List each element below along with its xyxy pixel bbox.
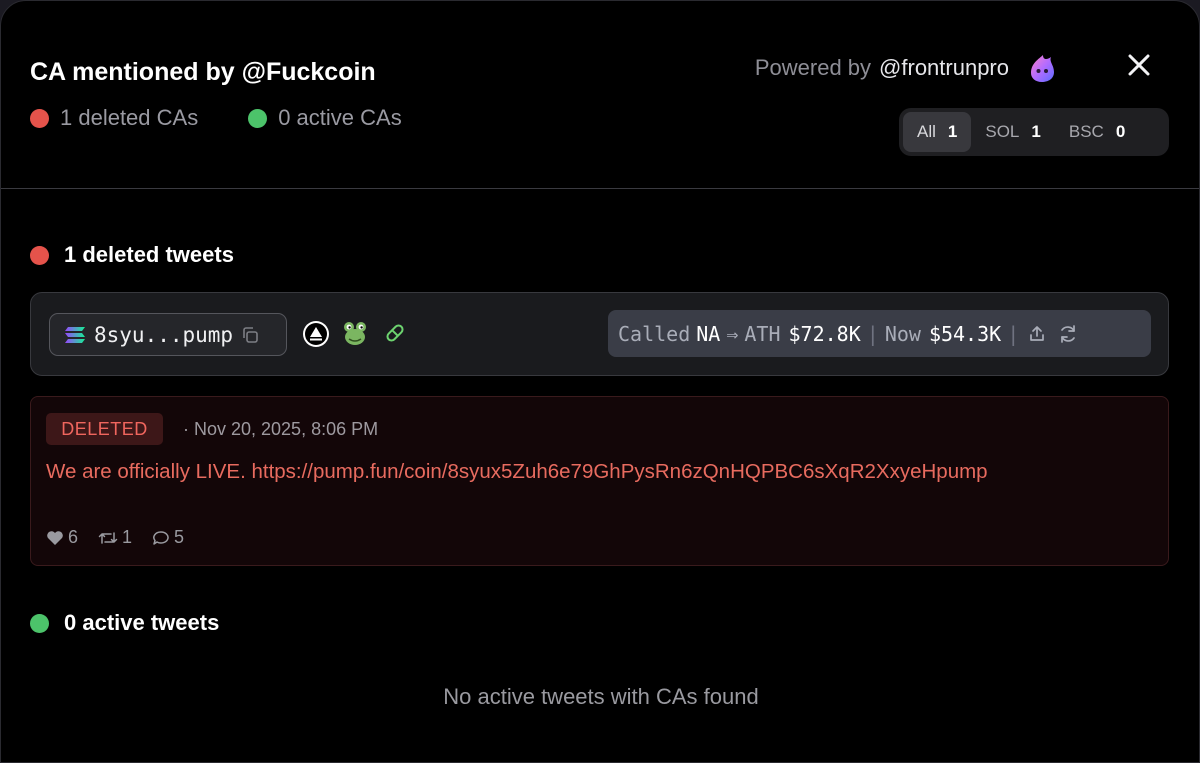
deleted-badge: DELETED [46,413,163,445]
ca-copy-pill[interactable]: 8syu...pump [49,313,287,356]
deleted-tweets-heading: 1 deleted tweets [30,242,234,268]
tweet-timestamp: · Nov 20, 2025, 8:06 PM [183,419,379,439]
called-value: NA [696,321,721,346]
powered-by-prefix: Powered by [754,55,872,80]
filter-tab-count: 1 [1031,122,1041,141]
filter-tab-label: All [917,122,936,141]
refresh-icon[interactable] [1057,323,1079,345]
deleted-cas-stat: 1 deleted CAs [30,105,198,131]
retweets-count: 1 [122,527,133,547]
ca-modal: CA mentioned by @Fuckcoin 1 deleted CAs … [0,0,1200,763]
filter-tab-count: 0 [1115,122,1126,141]
replies: 5 [152,527,184,548]
tweet-text: We are officially LIVE. https://pump.fun… [46,460,988,483]
filter-tab-bsc[interactable]: BSC 0 [1055,112,1139,152]
now-value: $54.3K [928,321,1002,346]
active-cas-stat: 0 active CAs [248,105,402,131]
active-tweets-heading: 0 active tweets [30,610,219,636]
tweet-engagement: 6 1 5 [46,527,184,548]
filter-tab-count: 1 [947,122,958,141]
ath-label: ATH [744,321,781,346]
share-icon[interactable] [1027,324,1047,344]
replies-count: 5 [174,527,185,547]
red-dot-icon [30,108,49,128]
active-tweets-label: 0 active tweets [64,610,220,635]
token-metrics: Called NA ⇒ ATH $72.8K | Now $54.3K | [608,310,1151,357]
filter-tab-label: BSC [1068,122,1104,141]
green-dot-icon [248,108,268,128]
red-dot-icon [30,245,49,265]
filter-tab-sol[interactable]: SOL 1 [971,112,1055,152]
ca-stats: 1 deleted CAs 0 active CAs [30,105,402,131]
arrow-icon: ⇒ [726,321,739,346]
active-cas-label: 0 active CAs [278,105,402,130]
ath-value: $72.8K [788,321,861,346]
reply-icon [153,530,169,545]
deleted-tweet-card[interactable]: DELETED · Nov 20, 2025, 8:06 PM We are o… [30,396,1169,566]
divider: | [866,321,879,346]
pill-icon[interactable] [383,321,407,345]
axiom-icon[interactable] [303,321,329,347]
powered-by-handle[interactable]: @frontrunpro [879,55,1009,81]
powered-by: Powered by @frontrunpro [755,51,1059,85]
called-label: Called [618,321,691,346]
deleted-tweets-label: 1 deleted tweets [64,242,234,267]
now-label: Now [884,321,921,346]
solana-icon [65,326,85,343]
heart-icon [47,530,63,545]
filter-tab-label: SOL [985,122,1020,141]
divider: | [1007,321,1020,346]
retweet-icon [98,531,118,544]
likes-count: 6 [68,527,79,547]
token-card: 8syu...pump Called NA ⇒ ATH $72.8K | Now… [30,292,1169,376]
ca-address: 8syu...pump [94,322,234,347]
deleted-cas-label: 1 deleted CAs [60,105,199,130]
modal-header: CA mentioned by @Fuckcoin 1 deleted CAs … [1,1,1199,189]
copy-icon[interactable] [241,326,259,344]
chain-filter-tabs: All 1 SOL 1 BSC 0 [899,108,1169,156]
frontrun-logo-icon [1031,55,1054,82]
empty-state-message: No active tweets with CAs found [443,684,759,709]
frog-icon[interactable] [341,319,369,347]
close-icon[interactable] [1125,51,1153,79]
modal-title: CA mentioned by @Fuckcoin [30,58,376,86]
retweets: 1 [98,527,132,548]
likes: 6 [46,527,78,548]
green-dot-icon [30,613,49,633]
filter-tab-all[interactable]: All 1 [903,112,972,152]
